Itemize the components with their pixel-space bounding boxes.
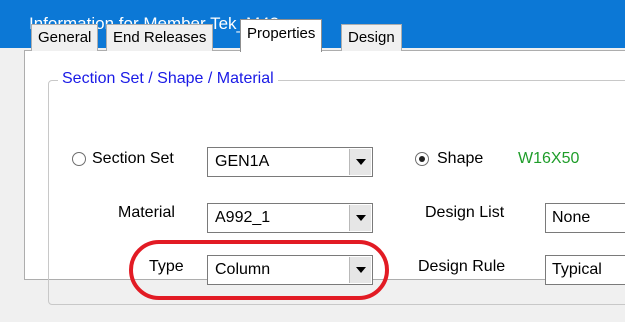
shape-label: Shape	[437, 150, 484, 167]
tab-end-releases[interactable]: End Releases	[106, 24, 214, 51]
design-list-label: Design List	[425, 204, 505, 221]
section-set-value: GEN1A	[215, 153, 270, 170]
design-rule-value: Typical	[552, 261, 602, 278]
design-list-value: None	[552, 209, 591, 226]
section-set-label: Section Set	[92, 150, 174, 167]
shape-value: W16X50	[518, 150, 580, 167]
material-label: Material	[118, 204, 175, 221]
design-rule-field[interactable]: Typical	[545, 255, 625, 285]
tab-design[interactable]: Design	[341, 24, 402, 51]
material-value: A992_1	[215, 209, 271, 226]
tab-properties[interactable]: Properties	[240, 19, 323, 52]
shape-radio[interactable]	[415, 152, 429, 166]
section-set-radio[interactable]	[72, 152, 86, 166]
chevron-down-icon[interactable]	[349, 205, 371, 231]
type-highlight-annotation	[129, 240, 389, 300]
groupbox-title: Section Set / Shape / Material	[58, 69, 278, 89]
material-combo[interactable]: A992_1	[207, 203, 373, 233]
design-list-field[interactable]: None	[545, 203, 625, 233]
tab-general[interactable]: General	[31, 24, 99, 51]
chevron-down-icon[interactable]	[349, 149, 371, 175]
design-rule-label: Design Rule	[418, 258, 506, 275]
section-set-combo[interactable]: GEN1A	[207, 147, 373, 177]
